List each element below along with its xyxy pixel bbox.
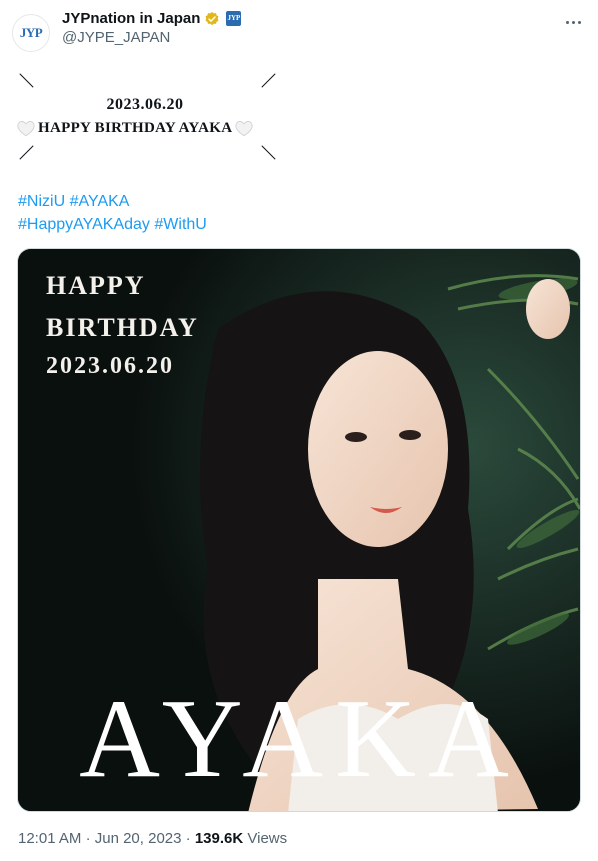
- birthday-text: HAPPY BIRTHDAY AYAKA: [38, 119, 233, 136]
- tweet-header: JYP JYPnation in Japan JYP @JYPE_JAPAN: [0, 0, 598, 60]
- hashtag-link[interactable]: #WithU: [154, 216, 206, 233]
- hashtag-line-2: #HappyAYAKAday #WithU: [18, 213, 207, 236]
- more-icon-dot: [571, 20, 575, 24]
- more-icon-dot: [577, 20, 581, 24]
- deco-slash-bottom-left: [19, 145, 34, 160]
- separator: ·: [185, 830, 191, 847]
- deco-slash-bottom-right: [261, 145, 276, 160]
- tweet-time[interactable]: 12:01 AM: [18, 830, 81, 847]
- avatar[interactable]: JYP: [12, 14, 50, 52]
- display-name-row[interactable]: JYPnation in Japan JYP: [62, 10, 242, 27]
- display-name[interactable]: JYPnation in Japan: [62, 10, 200, 27]
- separator: ·: [85, 830, 91, 847]
- white-heart-icon: [17, 121, 35, 137]
- hashtags: #NiziU #AYAKA #HappyAYAKAday #WithU: [18, 190, 207, 236]
- hashtag-link[interactable]: #AYAKA: [70, 193, 130, 210]
- tweet-date[interactable]: Jun 20, 2023: [95, 830, 182, 847]
- tweet-image[interactable]: HAPPY BIRTHDAY 2023.06.20 AYAKA: [17, 248, 581, 812]
- overlay-date: 2023.06.20: [46, 353, 174, 379]
- hashtag-line-1: #NiziU #AYAKA: [18, 190, 207, 213]
- user-handle[interactable]: @JYPE_JAPAN: [62, 29, 241, 46]
- more-options-button[interactable]: [562, 14, 584, 30]
- views-label: Views: [247, 830, 288, 847]
- overlay-name: AYAKA: [79, 677, 521, 801]
- avatar-logo: JYP: [19, 25, 43, 40]
- views-count[interactable]: 139.6K: [195, 830, 243, 847]
- verified-badge-icon: [205, 11, 219, 25]
- hashtag-link[interactable]: #HappyAYAKAday: [18, 216, 150, 233]
- tweet-birthday-line: HAPPY BIRTHDAY AYAKA: [16, 117, 254, 139]
- overlay-happy: HAPPY: [46, 271, 146, 300]
- author-info: JYPnation in Japan JYP @JYPE_JAPAN: [62, 10, 242, 46]
- affiliate-badge-icon[interactable]: JYP: [226, 11, 242, 26]
- deco-slash-top-right: [261, 73, 276, 88]
- deco-slash-top-left: [19, 73, 34, 88]
- overlay-birthday: BIRTHDAY: [46, 313, 199, 342]
- tweet-meta: 12:01 AM · Jun 20, 2023 · 139.6K Views: [18, 830, 287, 847]
- hashtag-link[interactable]: #NiziU: [18, 193, 65, 210]
- more-icon: [565, 20, 569, 24]
- tweet-date-line: 2023.06.20: [106, 96, 184, 113]
- white-heart-icon: [235, 121, 253, 137]
